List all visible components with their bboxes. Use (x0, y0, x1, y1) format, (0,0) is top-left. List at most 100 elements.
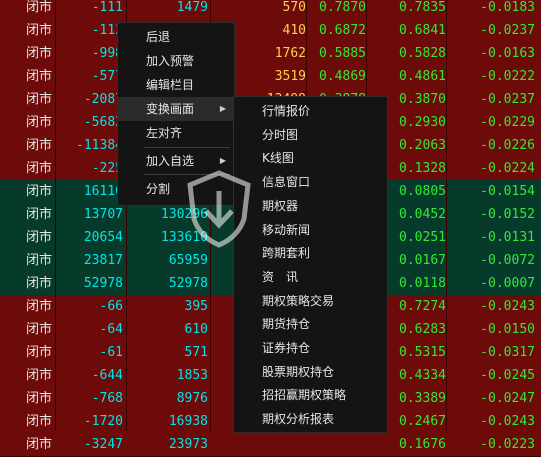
submenu-item[interactable]: 招招赢期权策略 (234, 383, 387, 407)
cell-change: -5682 (83, 115, 123, 130)
cell-status: 闭市 (26, 115, 53, 130)
menu-item-label: 后退 (146, 30, 171, 44)
cell-change: -577 (91, 69, 123, 84)
cell-diff: -0.0131 (480, 230, 535, 245)
column-divider (446, 0, 447, 431)
table-row[interactable]: 闭市 -577 3519 0.4869 0.4861 -0.0222 (0, 65, 541, 89)
cell-change: -66 (99, 299, 123, 314)
cell-diff: -0.0163 (480, 46, 535, 61)
cell-status: 闭市 (26, 276, 53, 291)
cell-change: -998 (91, 46, 123, 61)
cell-volume: 571 (184, 345, 208, 360)
cell-settle: 0.1676 (399, 437, 446, 452)
cell-status: 闭市 (26, 437, 53, 452)
cell-diff: -0.0237 (480, 23, 535, 38)
cell-price: 0.7870 (319, 0, 366, 15)
cell-change: -11384 (76, 138, 123, 153)
cell-price (306, 433, 366, 456)
cell-status: 闭市 (26, 322, 53, 337)
table-row[interactable]: 闭市 -998 1762 0.5885 0.5828 -0.0163 (0, 42, 541, 66)
menu-item-label: 变换画面 (146, 102, 195, 116)
cell-diff: -0.0072 (480, 253, 535, 268)
cell-diff: -0.0222 (480, 69, 535, 84)
cell-status: 闭市 (26, 138, 53, 153)
cell-change: 52978 (83, 276, 123, 291)
cell-diff: -0.0226 (480, 138, 535, 153)
cell-status: 闭市 (26, 414, 53, 429)
cell-settle: 0.7835 (399, 0, 446, 15)
submenu-item[interactable]: 证券持仓 (234, 336, 387, 360)
cell-status: 闭市 (26, 69, 53, 84)
table-row[interactable]: 闭市 -3247 23973 0.1676 -0.0223 (0, 433, 541, 457)
cell-status: 闭市 (26, 345, 53, 360)
cell-status: 闭市 (26, 184, 53, 199)
cell-diff: -0.0007 (480, 276, 535, 291)
cell-status: 闭市 (26, 299, 53, 314)
cell-volume: 8976 (176, 391, 208, 406)
menu-item-switch-view[interactable]: 变换画面 ▶ (118, 97, 234, 121)
cell-volume: 395 (184, 299, 208, 314)
cell-diff: -0.0247 (480, 391, 535, 406)
cell-volume: 610 (184, 322, 208, 337)
cell-change: -64 (99, 322, 123, 337)
cell-diff: -0.0154 (480, 184, 535, 199)
menu-item-back[interactable]: 后退 (118, 25, 234, 49)
cell-change: 23817 (83, 253, 123, 268)
shield-icon (187, 170, 251, 248)
cell-price: 0.4869 (319, 69, 366, 84)
cell-status: 闭市 (26, 46, 53, 61)
submenu-arrow-icon: ▶ (219, 104, 226, 113)
cell-change: -111 (91, 0, 123, 15)
cell-diff: -0.0150 (480, 322, 535, 337)
menu-item-label: 加入预警 (146, 54, 195, 68)
submenu-item[interactable]: 行情报价 (234, 99, 387, 123)
cell-status: 闭市 (26, 391, 53, 406)
table-row[interactable]: 闭市 -113 410 0.6872 0.6841 -0.0237 (0, 19, 541, 43)
menu-item-label: 左对齐 (146, 126, 183, 140)
cell-status: 闭市 (26, 0, 53, 15)
table-row[interactable]: 闭市 -111 1479 570 0.7870 0.7835 -0.0183 (0, 0, 541, 20)
cell-volume: 16938 (168, 414, 208, 429)
cell-status: 闭市 (26, 253, 53, 268)
menu-item-edit-columns[interactable]: 编辑栏目 (118, 73, 234, 97)
cell-diff: -0.0223 (480, 437, 535, 452)
submenu-item[interactable]: 资 讯 (234, 265, 387, 289)
cell-change: 16110 (83, 184, 123, 199)
cell-status: 闭市 (26, 161, 53, 176)
submenu-item[interactable]: 股票期权持仓 (234, 360, 387, 384)
cell-volume: 52978 (168, 276, 208, 291)
cell-change: -768 (91, 391, 123, 406)
cell-open-interest: 570 (282, 0, 306, 15)
cell-price: 0.5885 (319, 46, 366, 61)
cell-settle: 0.5828 (399, 46, 446, 61)
cell-change: -225 (91, 161, 123, 176)
submenu-item[interactable]: 期货持仓 (234, 312, 387, 336)
cell-volume: 1853 (176, 368, 208, 383)
cell-change: -61 (99, 345, 123, 360)
cell-diff: -0.0237 (480, 92, 535, 107)
cell-status: 闭市 (26, 92, 53, 107)
watermark-logo (180, 165, 385, 255)
cell-diff: -0.0243 (480, 414, 535, 429)
column-divider (55, 0, 56, 431)
cell-settle: 0.4861 (399, 69, 446, 84)
submenu-switch-view: 行情报价 分时图 K线图 信息窗口 期权器 移动新闻 跨期套利资 讯期权策略交易 期货持仓 证券… (233, 96, 388, 433)
submenu-item[interactable]: 分时图 (234, 123, 387, 147)
cell-diff: -0.0224 (480, 161, 535, 176)
cell-change: -1720 (83, 414, 123, 429)
cell-volume: 23973 (168, 437, 208, 452)
cell-price: 0.6872 (319, 23, 366, 38)
menu-item-add-alert[interactable]: 加入预警 (118, 49, 234, 73)
cell-change: -2087 (83, 92, 123, 107)
submenu-item[interactable]: 期权分析报表 (234, 407, 387, 431)
cell-status: 闭市 (26, 207, 53, 222)
menu-item-label: 编辑栏目 (146, 78, 195, 92)
cell-change: -113 (91, 23, 123, 38)
cell-diff: -0.0152 (480, 207, 535, 222)
cell-change: -3247 (83, 437, 123, 452)
submenu-item[interactable]: 期权策略交易 (234, 289, 387, 313)
cell-diff: -0.0229 (480, 115, 535, 130)
cell-status: 闭市 (26, 230, 53, 245)
cell-settle: 0.6841 (399, 23, 446, 38)
menu-item-align-left[interactable]: 左对齐 (118, 121, 234, 145)
